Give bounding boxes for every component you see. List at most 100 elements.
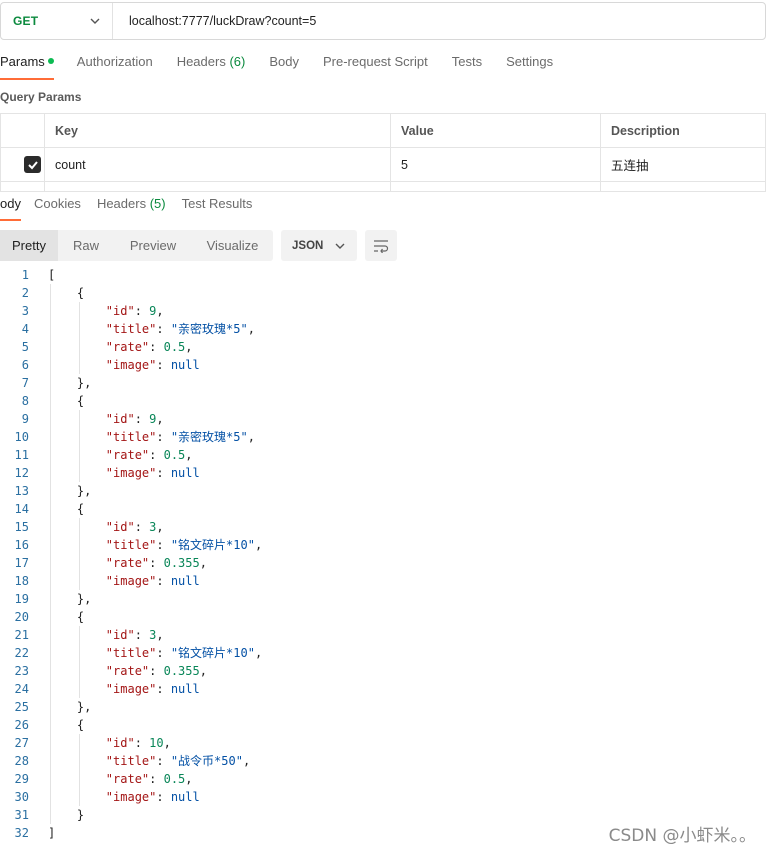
wrap-lines-button[interactable] [365,230,397,261]
tab-tests[interactable]: Tests [452,54,482,80]
code-line: 24 "image": null [0,680,766,698]
empty-cell[interactable] [390,181,601,192]
checkbox-checked-icon[interactable] [24,156,41,173]
request-url-bar: GET [0,2,766,40]
query-params-table: Key Value Description count 5 五连抽 [0,113,766,192]
format-select[interactable]: JSON [281,230,357,261]
code-text: "rate": 0.5, [105,772,193,786]
url-input[interactable] [113,3,765,39]
request-tabs: Params Authorization Headers (6) Body Pr… [0,54,577,80]
line-number: 7 [21,376,29,390]
code-line: 1[ [0,266,766,284]
table-row: count 5 五连抽 [0,147,766,182]
indent-guide [79,302,80,374]
tab-test-results[interactable]: Test Results [182,196,253,222]
code-line: 11 "rate": 0.5, [0,446,766,464]
code-line: 27 "id": 10, [0,734,766,752]
code-text: { [48,394,85,408]
tab-body[interactable]: Body [269,54,299,80]
tab-label: Authorization [76,54,153,69]
code-line: 26 { [0,716,766,734]
code-text: "rate": 0.355, [105,556,207,570]
line-number: 29 [14,772,29,786]
code-text: "id": 9, [105,304,164,318]
code-line: 8 { [0,392,766,410]
line-number: 20 [14,610,29,624]
code-text: { [48,610,85,624]
tab-label: Body [269,54,299,69]
tab-label: Tests [451,54,483,69]
line-number: 16 [14,538,29,552]
tab-settings[interactable]: Settings [506,54,553,80]
code-line: 10 "title": "亲密玫瑰*5", [0,428,766,446]
indent-guide [79,626,80,698]
table-header-row: Key Value Description [0,113,766,148]
view-pretty-button[interactable]: Pretty [0,230,58,261]
code-line: 15 "id": 3, [0,518,766,536]
code-text: "id": 3, [105,628,164,642]
tab-label: Settings [506,54,554,69]
line-number: 1 [21,268,29,282]
chevron-down-icon [90,18,100,24]
code-text: "image": null [105,358,200,372]
code-text: ] [48,826,56,840]
tab-label: Cookies [33,196,81,211]
indent-guide [79,410,80,482]
code-line: 20 { [0,608,766,626]
code-line: 25 }, [0,698,766,716]
code-text: "image": null [105,466,200,480]
table-row-empty [0,181,766,192]
code-line: 17 "rate": 0.355, [0,554,766,572]
code-text: { [48,502,85,516]
tab-count: (5) [149,196,166,211]
code-line: 30 "image": null [0,788,766,806]
line-number: 2 [21,286,29,300]
view-raw-button[interactable]: Raw [58,230,114,261]
tab-label: Headers [96,196,147,211]
empty-cell [0,181,45,192]
line-number: 21 [14,628,29,642]
line-number: 23 [14,664,29,678]
tab-label: ody [0,196,21,211]
code-text: }, [48,700,92,714]
code-line: 6 "image": null [0,356,766,374]
param-description-cell[interactable]: 五连抽 [600,147,766,182]
tab-authorization[interactable]: Authorization [77,54,153,80]
code-text: "id": 3, [105,520,164,534]
indent-guide [79,734,80,806]
line-number: 22 [14,646,29,660]
method-label: GET [13,14,39,28]
code-text: "id": 10, [105,736,171,750]
code-line: 19 }, [0,590,766,608]
code-text: "image": null [105,574,200,588]
tab-response-body[interactable]: ody [0,196,21,222]
line-number: 14 [14,502,29,516]
response-tabs: ody Cookies Headers (5) Test Results [0,196,268,222]
code-line: 23 "rate": 0.355, [0,662,766,680]
watermark: CSDN @小虾米。。 [608,826,756,846]
line-number: 8 [21,394,29,408]
code-line: 13 }, [0,482,766,500]
view-visualize-button[interactable]: Visualize [192,230,273,261]
code-text: { [48,718,85,732]
code-line: 21 "id": 3, [0,626,766,644]
tab-label: Params [0,54,45,69]
response-body-code[interactable]: 1[2 {3 "id": 9, 4 "title": "亲密玫瑰*5", 5 "ra… [0,266,766,842]
line-number: 4 [21,322,29,336]
tab-pre-request-script[interactable]: Pre-request Script [323,54,428,80]
param-value-cell[interactable]: 5 [390,147,601,182]
empty-cell[interactable] [44,181,391,192]
tab-count: (6) [229,54,246,69]
empty-cell[interactable] [600,181,766,192]
tab-headers[interactable]: Headers (6) [177,54,246,80]
line-number: 19 [14,592,29,606]
param-key-cell[interactable]: count [44,147,391,182]
view-preview-button[interactable]: Preview [114,230,192,261]
indent-guide [50,284,51,824]
tab-params[interactable]: Params [0,54,54,80]
code-line: 22 "title": "铭文碎片*10", [0,644,766,662]
tab-cookies[interactable]: Cookies [34,196,81,222]
tab-response-headers[interactable]: Headers (5) [97,196,166,222]
line-number: 11 [14,448,29,462]
method-select[interactable]: GET [1,3,113,39]
